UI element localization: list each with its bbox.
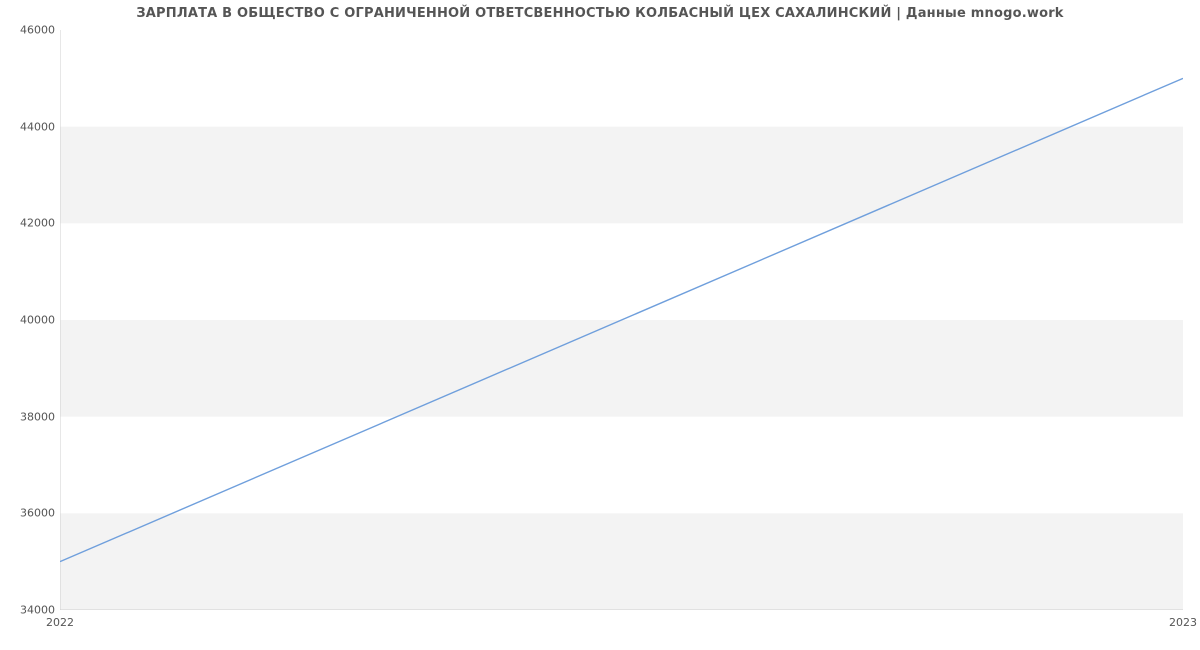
y-tick-label: 46000 — [5, 24, 55, 37]
y-tick-label: 36000 — [5, 507, 55, 520]
y-tick-label: 44000 — [5, 120, 55, 133]
y-tick-label: 38000 — [5, 410, 55, 423]
y-tick-label: 42000 — [5, 217, 55, 230]
y-tick-label: 40000 — [5, 314, 55, 327]
chart-container: ЗАРПЛАТА В ОБЩЕСТВО С ОГРАНИЧЕННОЙ ОТВЕТ… — [0, 0, 1200, 650]
y-tick-label: 34000 — [5, 604, 55, 617]
x-tick-label: 2023 — [1169, 616, 1197, 629]
chart-title: ЗАРПЛАТА В ОБЩЕСТВО С ОГРАНИЧЕННОЙ ОТВЕТ… — [0, 6, 1200, 21]
x-tick-label: 2022 — [46, 616, 74, 629]
chart-svg — [60, 30, 1183, 610]
plot-area — [60, 30, 1183, 610]
